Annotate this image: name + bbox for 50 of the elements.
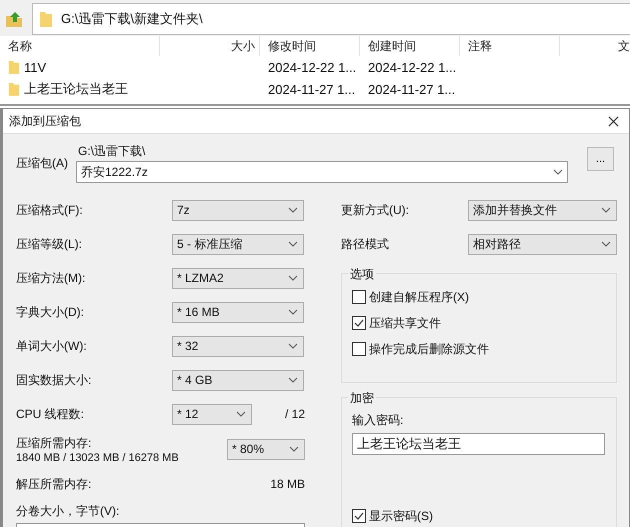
field-label: 分卷大小，字节(V): [16,503,120,520]
address-field[interactable]: G:\迅雷下载\新建文件夹\ [32,3,630,35]
thread-count: / 12 [284,407,305,421]
memory-value: 18 MB [270,477,305,491]
dropdown[interactable]: * LZMA2 [172,268,304,288]
field-label: 压缩所需内存: [16,434,92,452]
folder-path: G:\迅雷下载\ [77,143,146,160]
dropdown[interactable]: * 32 [172,336,304,356]
field-label: 单词大小(W): [16,338,88,354]
table-cell-text: 2024-11-27 1... [267,82,356,96]
checkbox[interactable]: 创建自解压程序(X) [352,284,606,310]
dropdown[interactable]: 添加并替换文件 [468,200,617,220]
dropdown[interactable]: * 16 MB [172,302,304,322]
column-header[interactable]: 名称 [0,36,160,56]
checkbox[interactable]: 压缩共享文件 [352,310,606,336]
checkbox[interactable]: 操作完成后删除源文件 [352,336,606,362]
table-cell-text: 2024-12-22 1... [367,60,458,74]
field-label: 路径模式 [341,236,390,252]
field-label: 输入密码: [352,413,404,427]
column-header[interactable]: 修改时间 [260,36,360,56]
field-label: 解压所需内存: [16,476,92,492]
group-title: 选项 [348,266,376,283]
field-label: CPU 线程数: [16,406,86,422]
column-header[interactable]: 创建时间 [360,36,460,56]
window-title: 添加到压缩包 [9,112,81,130]
field-label: 字典大小(D): [16,304,85,320]
column-header[interactable]: 注释 [460,36,560,56]
dropdown[interactable]: * 4 GB [172,370,304,390]
dropdown[interactable]: 相对路径 [468,234,617,254]
table-cell-text: 2024-11-27 1... [367,82,456,96]
dropdown[interactable]: 5 - 标准压缩 [172,234,304,254]
memory-usage: 1840 MB / 13023 MB / 16278 MB [16,452,179,464]
checkbox[interactable]: 显示密码(S) [352,503,606,527]
dropdown[interactable]: * 12 [172,404,252,424]
field-label: 压缩格式(F): [16,202,84,218]
password-field[interactable]: 上老王论坛当老王 [352,433,605,455]
file-name[interactable]: 11V [0,59,160,75]
field-label: 压缩等级(L): [16,236,83,252]
field-label: 压缩包(A) [16,155,69,172]
archive-name-combo[interactable]: 乔安1222.7z [76,161,568,183]
dropdown[interactable]: * 80% [227,438,305,460]
field-label: 更新方式(U): [341,202,410,218]
dropdown[interactable]: 7z [172,200,304,220]
table-cell-text: 2024-12-22 1... [267,60,358,74]
browse-button[interactable]: ... [587,147,614,171]
column-header[interactable]: 文 [560,36,630,56]
field-label: 压缩方法(M): [16,270,86,286]
column-header[interactable]: 大小 [160,36,260,56]
file-name[interactable]: 上老王论坛当老王 [0,80,160,98]
field-label: 固实数据大小: [16,372,92,388]
